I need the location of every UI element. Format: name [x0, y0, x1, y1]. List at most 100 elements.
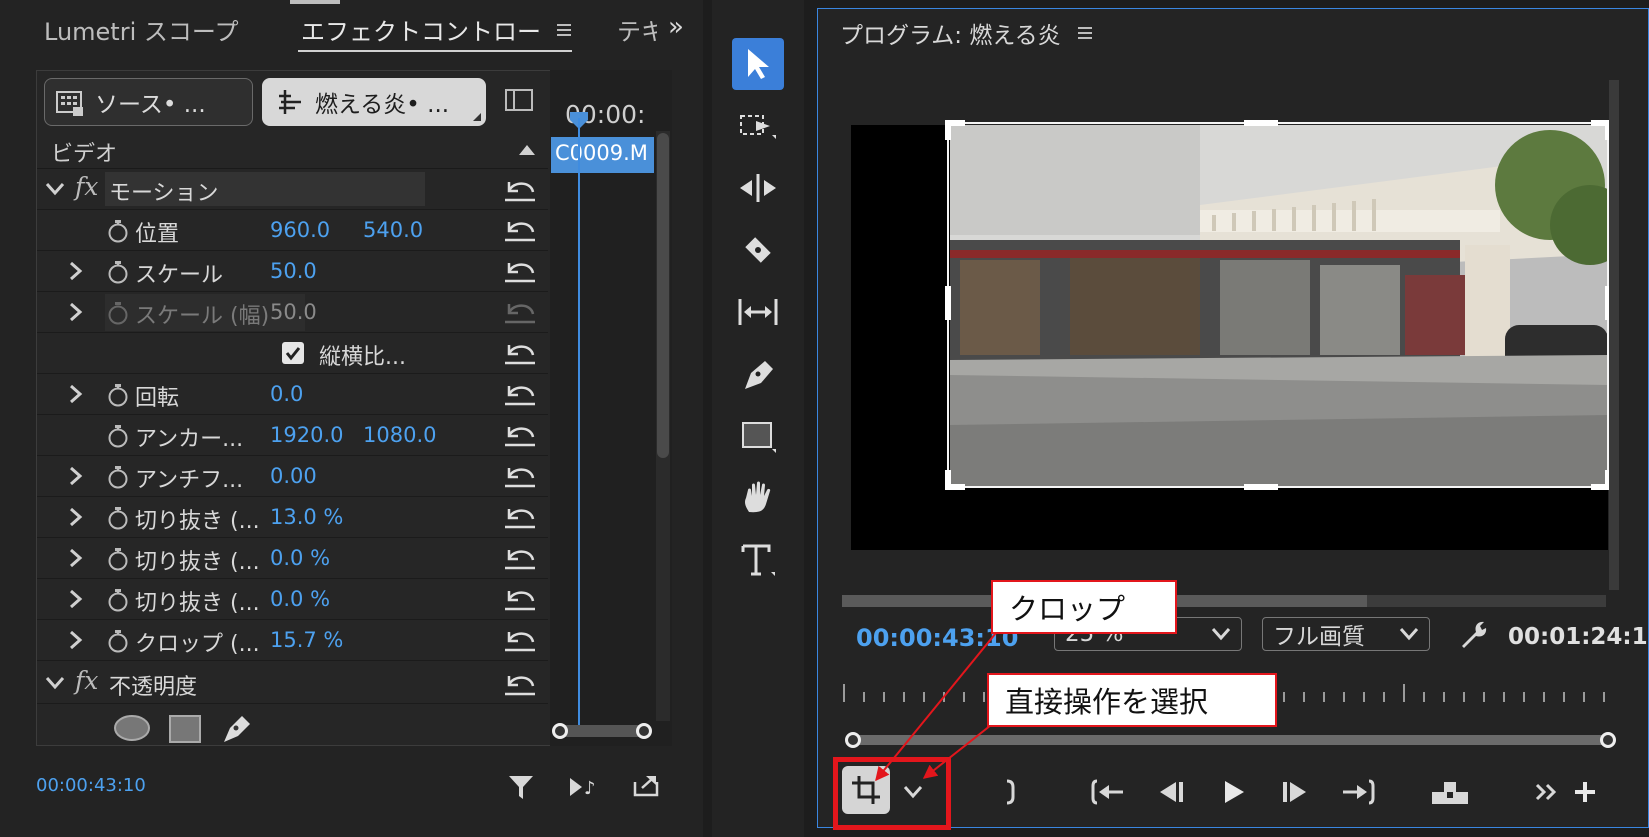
- wrench-settings-icon[interactable]: [1458, 618, 1490, 650]
- reset-icon[interactable]: [503, 464, 537, 488]
- source-clip-button[interactable]: ソース• ...: [44, 78, 253, 126]
- filter-icon[interactable]: [508, 774, 534, 800]
- ellipse-mask-icon[interactable]: [113, 714, 151, 742]
- export-icon[interactable]: [632, 772, 660, 798]
- stopwatch-icon[interactable]: [107, 260, 129, 284]
- selection-tool[interactable]: [732, 38, 784, 90]
- go-to-out-button[interactable]: [1340, 770, 1376, 814]
- go-to-in-button[interactable]: [1090, 770, 1126, 814]
- tab-effect-controls[interactable]: エフェクトコントロー: [301, 12, 541, 47]
- stopwatch-icon[interactable]: [107, 383, 129, 407]
- collapse-up-icon[interactable]: [519, 145, 535, 155]
- program-menu-icon[interactable]: [1077, 25, 1093, 41]
- opacity-row[interactable]: fx 不透明度: [37, 664, 548, 704]
- stopwatch-icon[interactable]: [107, 465, 129, 489]
- crop-handle-top-left-v[interactable]: [945, 120, 951, 140]
- crop-handle-left[interactable]: [945, 286, 951, 320]
- pen-mask-icon[interactable]: [220, 712, 254, 744]
- reset-icon[interactable]: [503, 505, 537, 529]
- reset-icon[interactable]: [503, 587, 537, 611]
- hand-tool[interactable]: [732, 472, 784, 524]
- track-select-tool[interactable]: [732, 100, 784, 152]
- crop-handle-top[interactable]: [1244, 120, 1278, 126]
- reset-icon[interactable]: [503, 672, 537, 696]
- vertical-scroll-thumb[interactable]: [657, 133, 669, 458]
- range-start-handle[interactable]: [845, 732, 861, 748]
- monitor-vertical-scrollbar[interactable]: [1609, 80, 1619, 590]
- more-controls-button[interactable]: [1532, 770, 1562, 814]
- crop-top-value[interactable]: 0.0 %: [270, 546, 330, 570]
- reset-icon[interactable]: [503, 218, 537, 242]
- crop-bottom-value[interactable]: 15.7 %: [270, 628, 343, 652]
- ripple-edit-tool[interactable]: [732, 162, 784, 214]
- pen-tool[interactable]: [732, 348, 784, 400]
- reset-icon[interactable]: [503, 178, 537, 202]
- chevron-right-icon[interactable]: [69, 630, 83, 650]
- motion-row[interactable]: fx モーション: [37, 170, 548, 210]
- chevron-right-icon[interactable]: [69, 261, 83, 281]
- chevron-down-icon[interactable]: [45, 182, 65, 196]
- crop-handle-bottom-left-v[interactable]: [945, 470, 951, 490]
- position-y-value[interactable]: 540.0: [363, 218, 423, 242]
- step-back-button[interactable]: [1156, 770, 1188, 814]
- crop-right-value[interactable]: 0.0 %: [270, 587, 330, 611]
- tab-overflow-icon[interactable]: »: [668, 12, 684, 42]
- playback-range-bar[interactable]: [850, 735, 1610, 745]
- toggle-timeline-icon[interactable]: [505, 88, 533, 112]
- stopwatch-icon[interactable]: [107, 588, 129, 612]
- play-button[interactable]: [1218, 770, 1250, 814]
- checkbox-checked-icon[interactable]: [282, 342, 304, 364]
- stopwatch-icon[interactable]: [107, 219, 129, 243]
- reset-icon[interactable]: [503, 546, 537, 570]
- anchor-x-value[interactable]: 1920.0: [270, 423, 343, 447]
- panel-menu-icon[interactable]: [556, 22, 572, 38]
- zoom-left-handle[interactable]: [552, 723, 568, 739]
- stopwatch-icon[interactable]: [107, 506, 129, 530]
- stopwatch-icon[interactable]: [107, 629, 129, 653]
- stopwatch-icon[interactable]: [107, 547, 129, 571]
- reset-icon[interactable]: [503, 382, 537, 406]
- fx-badge: fx: [75, 666, 99, 695]
- slip-tool[interactable]: [732, 286, 784, 338]
- stopwatch-icon[interactable]: [107, 424, 129, 448]
- slip-icon: [737, 295, 779, 329]
- crop-bounding-box[interactable]: [945, 120, 1611, 490]
- chevron-right-icon[interactable]: [69, 302, 83, 322]
- sequence-clip-button[interactable]: 燃える炎• ...: [262, 78, 486, 126]
- rectangle-mask-icon[interactable]: [168, 714, 202, 744]
- lift-button[interactable]: [1428, 770, 1472, 814]
- scale-value[interactable]: 50.0: [270, 259, 317, 283]
- chevron-down-icon[interactable]: [45, 676, 65, 690]
- zoom-right-handle[interactable]: [636, 723, 652, 739]
- anchor-y-value[interactable]: 1080.0: [363, 423, 436, 447]
- position-x-value[interactable]: 960.0: [270, 218, 330, 242]
- chevron-right-icon[interactable]: [69, 589, 83, 609]
- timeline-zoom-bar[interactable]: [556, 725, 646, 737]
- chevron-right-icon[interactable]: [69, 466, 83, 486]
- button-editor-button[interactable]: [1570, 770, 1600, 814]
- reset-icon[interactable]: [503, 423, 537, 447]
- rotation-value[interactable]: 0.0: [270, 382, 303, 406]
- crop-left-label: 切り抜き (...: [135, 509, 260, 534]
- crop-handle-bottom[interactable]: [1244, 484, 1278, 490]
- playback-quality-select[interactable]: フル画質: [1262, 617, 1430, 651]
- type-tool[interactable]: [732, 534, 784, 586]
- timeline-clip[interactable]: C0009.M: [551, 137, 654, 173]
- range-end-handle[interactable]: [1600, 732, 1616, 748]
- rectangle-tool[interactable]: [732, 410, 784, 462]
- crop-left-value[interactable]: 13.0 %: [270, 505, 343, 529]
- reset-icon[interactable]: [503, 628, 537, 652]
- antiflicker-value[interactable]: 0.00: [270, 464, 317, 488]
- reset-icon[interactable]: [503, 341, 537, 365]
- razor-tool[interactable]: [732, 224, 784, 276]
- reset-icon[interactable]: [503, 259, 537, 283]
- step-forward-button[interactable]: [1278, 770, 1310, 814]
- chevron-right-icon[interactable]: [69, 384, 83, 404]
- tab-lumetri-scopes[interactable]: Lumetri スコープ: [44, 12, 238, 47]
- chevron-right-icon[interactable]: [69, 548, 83, 568]
- chevron-right-icon[interactable]: [69, 507, 83, 527]
- mark-out-button[interactable]: [996, 770, 1026, 814]
- tab-text[interactable]: テキ: [617, 12, 657, 47]
- sequence-icon: [275, 87, 305, 117]
- play-audio-icon[interactable]: ♪: [568, 774, 602, 800]
